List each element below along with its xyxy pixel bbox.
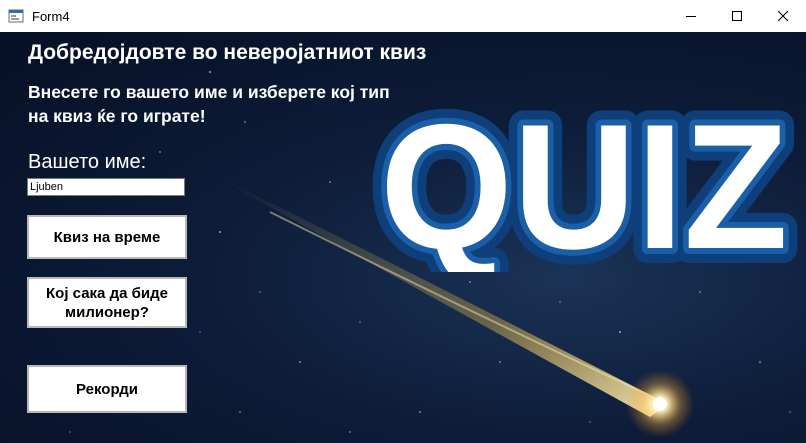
close-icon bbox=[777, 10, 789, 22]
millionaire-quiz-button[interactable]: Кој сака да биде милионер? bbox=[27, 277, 187, 328]
form-window: Form4 QUIZ QUIZ Добредојдовте во неверој… bbox=[0, 0, 806, 443]
window-controls bbox=[668, 0, 806, 32]
close-button[interactable] bbox=[760, 0, 806, 32]
records-button-label: Рекорди bbox=[76, 380, 138, 398]
name-label: Вашето име: bbox=[28, 151, 147, 173]
quiz-logo-text: QUIZ bbox=[380, 87, 788, 272]
maximize-button[interactable] bbox=[714, 0, 760, 32]
maximize-icon bbox=[732, 11, 742, 21]
minimize-button[interactable] bbox=[668, 0, 714, 32]
timed-quiz-button[interactable]: Квиз на време bbox=[27, 215, 187, 259]
minimize-icon bbox=[686, 16, 696, 17]
timed-quiz-button-label: Квиз на време bbox=[53, 228, 161, 246]
instruction-text: Внесете го вашето име и изберете кој тип… bbox=[28, 82, 390, 126]
quiz-logo: QUIZ QUIZ bbox=[366, 72, 803, 272]
millionaire-quiz-button-label: Кој сака да биде милионер? bbox=[46, 284, 168, 321]
form-client-area: QUIZ QUIZ Добредојдовте во неверојатниот… bbox=[0, 32, 806, 443]
name-input[interactable] bbox=[27, 178, 185, 196]
window-title: Form4 bbox=[32, 8, 70, 24]
welcome-heading: Добредојдовте во неверојатниот квиз bbox=[28, 41, 427, 64]
records-button[interactable]: Рекорди bbox=[27, 365, 187, 413]
title-bar[interactable]: Form4 bbox=[0, 0, 806, 32]
app-icon bbox=[8, 9, 24, 23]
